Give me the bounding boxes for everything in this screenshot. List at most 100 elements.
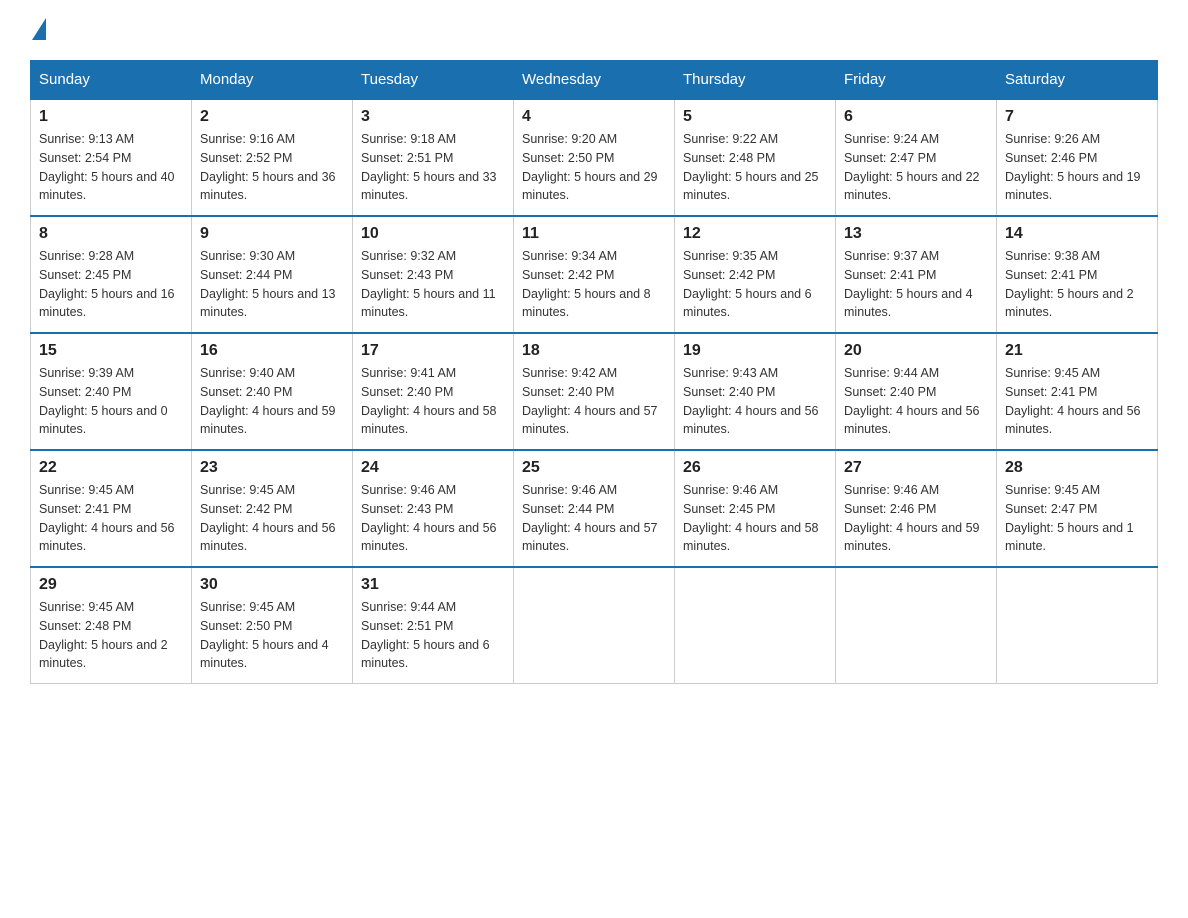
table-row: 16 Sunrise: 9:40 AMSunset: 2:40 PMDaylig… [192,333,353,450]
day-number: 26 [683,459,827,477]
table-row: 13 Sunrise: 9:37 AMSunset: 2:41 PMDaylig… [836,216,997,333]
table-row: 22 Sunrise: 9:45 AMSunset: 2:41 PMDaylig… [31,450,192,567]
table-row: 5 Sunrise: 9:22 AMSunset: 2:48 PMDayligh… [675,99,836,216]
day-number: 10 [361,225,505,243]
day-number: 9 [200,225,344,243]
header-thursday: Thursday [675,61,836,100]
day-info: Sunrise: 9:44 AMSunset: 2:40 PMDaylight:… [844,366,980,436]
day-number: 12 [683,225,827,243]
day-info: Sunrise: 9:45 AMSunset: 2:41 PMDaylight:… [39,483,175,553]
day-number: 15 [39,342,183,360]
table-row: 7 Sunrise: 9:26 AMSunset: 2:46 PMDayligh… [997,99,1158,216]
header-tuesday: Tuesday [353,61,514,100]
table-row: 14 Sunrise: 9:38 AMSunset: 2:41 PMDaylig… [997,216,1158,333]
table-row: 25 Sunrise: 9:46 AMSunset: 2:44 PMDaylig… [514,450,675,567]
day-info: Sunrise: 9:45 AMSunset: 2:47 PMDaylight:… [1005,483,1134,553]
day-number: 6 [844,108,988,126]
day-info: Sunrise: 9:35 AMSunset: 2:42 PMDaylight:… [683,249,812,319]
day-number: 24 [361,459,505,477]
day-number: 18 [522,342,666,360]
day-number: 27 [844,459,988,477]
day-number: 31 [361,576,505,594]
table-row: 9 Sunrise: 9:30 AMSunset: 2:44 PMDayligh… [192,216,353,333]
calendar-week-row: 1 Sunrise: 9:13 AMSunset: 2:54 PMDayligh… [31,99,1158,216]
day-info: Sunrise: 9:32 AMSunset: 2:43 PMDaylight:… [361,249,496,319]
day-number: 30 [200,576,344,594]
header-wednesday: Wednesday [514,61,675,100]
day-info: Sunrise: 9:45 AMSunset: 2:41 PMDaylight:… [1005,366,1141,436]
table-row [997,567,1158,684]
day-info: Sunrise: 9:22 AMSunset: 2:48 PMDaylight:… [683,132,819,202]
header-monday: Monday [192,61,353,100]
table-row: 18 Sunrise: 9:42 AMSunset: 2:40 PMDaylig… [514,333,675,450]
day-info: Sunrise: 9:16 AMSunset: 2:52 PMDaylight:… [200,132,336,202]
day-info: Sunrise: 9:43 AMSunset: 2:40 PMDaylight:… [683,366,819,436]
day-info: Sunrise: 9:28 AMSunset: 2:45 PMDaylight:… [39,249,175,319]
table-row: 3 Sunrise: 9:18 AMSunset: 2:51 PMDayligh… [353,99,514,216]
calendar-week-row: 15 Sunrise: 9:39 AMSunset: 2:40 PMDaylig… [31,333,1158,450]
day-number: 20 [844,342,988,360]
calendar-week-row: 8 Sunrise: 9:28 AMSunset: 2:45 PMDayligh… [31,216,1158,333]
day-number: 23 [200,459,344,477]
table-row: 10 Sunrise: 9:32 AMSunset: 2:43 PMDaylig… [353,216,514,333]
day-number: 21 [1005,342,1149,360]
table-row: 8 Sunrise: 9:28 AMSunset: 2:45 PMDayligh… [31,216,192,333]
day-number: 28 [1005,459,1149,477]
day-info: Sunrise: 9:20 AMSunset: 2:50 PMDaylight:… [522,132,658,202]
day-info: Sunrise: 9:42 AMSunset: 2:40 PMDaylight:… [522,366,658,436]
table-row: 4 Sunrise: 9:20 AMSunset: 2:50 PMDayligh… [514,99,675,216]
day-info: Sunrise: 9:40 AMSunset: 2:40 PMDaylight:… [200,366,336,436]
day-info: Sunrise: 9:37 AMSunset: 2:41 PMDaylight:… [844,249,973,319]
table-row: 31 Sunrise: 9:44 AMSunset: 2:51 PMDaylig… [353,567,514,684]
day-number: 14 [1005,225,1149,243]
calendar-week-row: 29 Sunrise: 9:45 AMSunset: 2:48 PMDaylig… [31,567,1158,684]
day-info: Sunrise: 9:18 AMSunset: 2:51 PMDaylight:… [361,132,497,202]
table-row: 6 Sunrise: 9:24 AMSunset: 2:47 PMDayligh… [836,99,997,216]
day-info: Sunrise: 9:13 AMSunset: 2:54 PMDaylight:… [39,132,175,202]
day-info: Sunrise: 9:45 AMSunset: 2:48 PMDaylight:… [39,600,168,670]
table-row: 15 Sunrise: 9:39 AMSunset: 2:40 PMDaylig… [31,333,192,450]
day-info: Sunrise: 9:34 AMSunset: 2:42 PMDaylight:… [522,249,651,319]
day-number: 7 [1005,108,1149,126]
logo [30,20,46,42]
header-sunday: Sunday [31,61,192,100]
day-info: Sunrise: 9:41 AMSunset: 2:40 PMDaylight:… [361,366,497,436]
table-row: 1 Sunrise: 9:13 AMSunset: 2:54 PMDayligh… [31,99,192,216]
table-row: 23 Sunrise: 9:45 AMSunset: 2:42 PMDaylig… [192,450,353,567]
table-row [836,567,997,684]
table-row: 11 Sunrise: 9:34 AMSunset: 2:42 PMDaylig… [514,216,675,333]
header-saturday: Saturday [997,61,1158,100]
day-number: 29 [39,576,183,594]
day-number: 4 [522,108,666,126]
day-number: 3 [361,108,505,126]
table-row: 21 Sunrise: 9:45 AMSunset: 2:41 PMDaylig… [997,333,1158,450]
table-row: 26 Sunrise: 9:46 AMSunset: 2:45 PMDaylig… [675,450,836,567]
table-row: 27 Sunrise: 9:46 AMSunset: 2:46 PMDaylig… [836,450,997,567]
day-number: 25 [522,459,666,477]
table-row [675,567,836,684]
day-info: Sunrise: 9:45 AMSunset: 2:50 PMDaylight:… [200,600,329,670]
day-info: Sunrise: 9:45 AMSunset: 2:42 PMDaylight:… [200,483,336,553]
day-info: Sunrise: 9:39 AMSunset: 2:40 PMDaylight:… [39,366,168,436]
day-number: 2 [200,108,344,126]
day-info: Sunrise: 9:46 AMSunset: 2:45 PMDaylight:… [683,483,819,553]
calendar-table: Sunday Monday Tuesday Wednesday Thursday… [30,60,1158,684]
table-row: 12 Sunrise: 9:35 AMSunset: 2:42 PMDaylig… [675,216,836,333]
day-info: Sunrise: 9:30 AMSunset: 2:44 PMDaylight:… [200,249,336,319]
table-row: 29 Sunrise: 9:45 AMSunset: 2:48 PMDaylig… [31,567,192,684]
day-number: 1 [39,108,183,126]
table-row: 20 Sunrise: 9:44 AMSunset: 2:40 PMDaylig… [836,333,997,450]
table-row: 28 Sunrise: 9:45 AMSunset: 2:47 PMDaylig… [997,450,1158,567]
logo-triangle-icon [32,18,46,40]
day-number: 22 [39,459,183,477]
day-number: 5 [683,108,827,126]
day-number: 16 [200,342,344,360]
table-row: 30 Sunrise: 9:45 AMSunset: 2:50 PMDaylig… [192,567,353,684]
header-friday: Friday [836,61,997,100]
day-number: 17 [361,342,505,360]
day-number: 8 [39,225,183,243]
day-number: 19 [683,342,827,360]
table-row: 24 Sunrise: 9:46 AMSunset: 2:43 PMDaylig… [353,450,514,567]
page-header [30,20,1158,42]
table-row: 2 Sunrise: 9:16 AMSunset: 2:52 PMDayligh… [192,99,353,216]
